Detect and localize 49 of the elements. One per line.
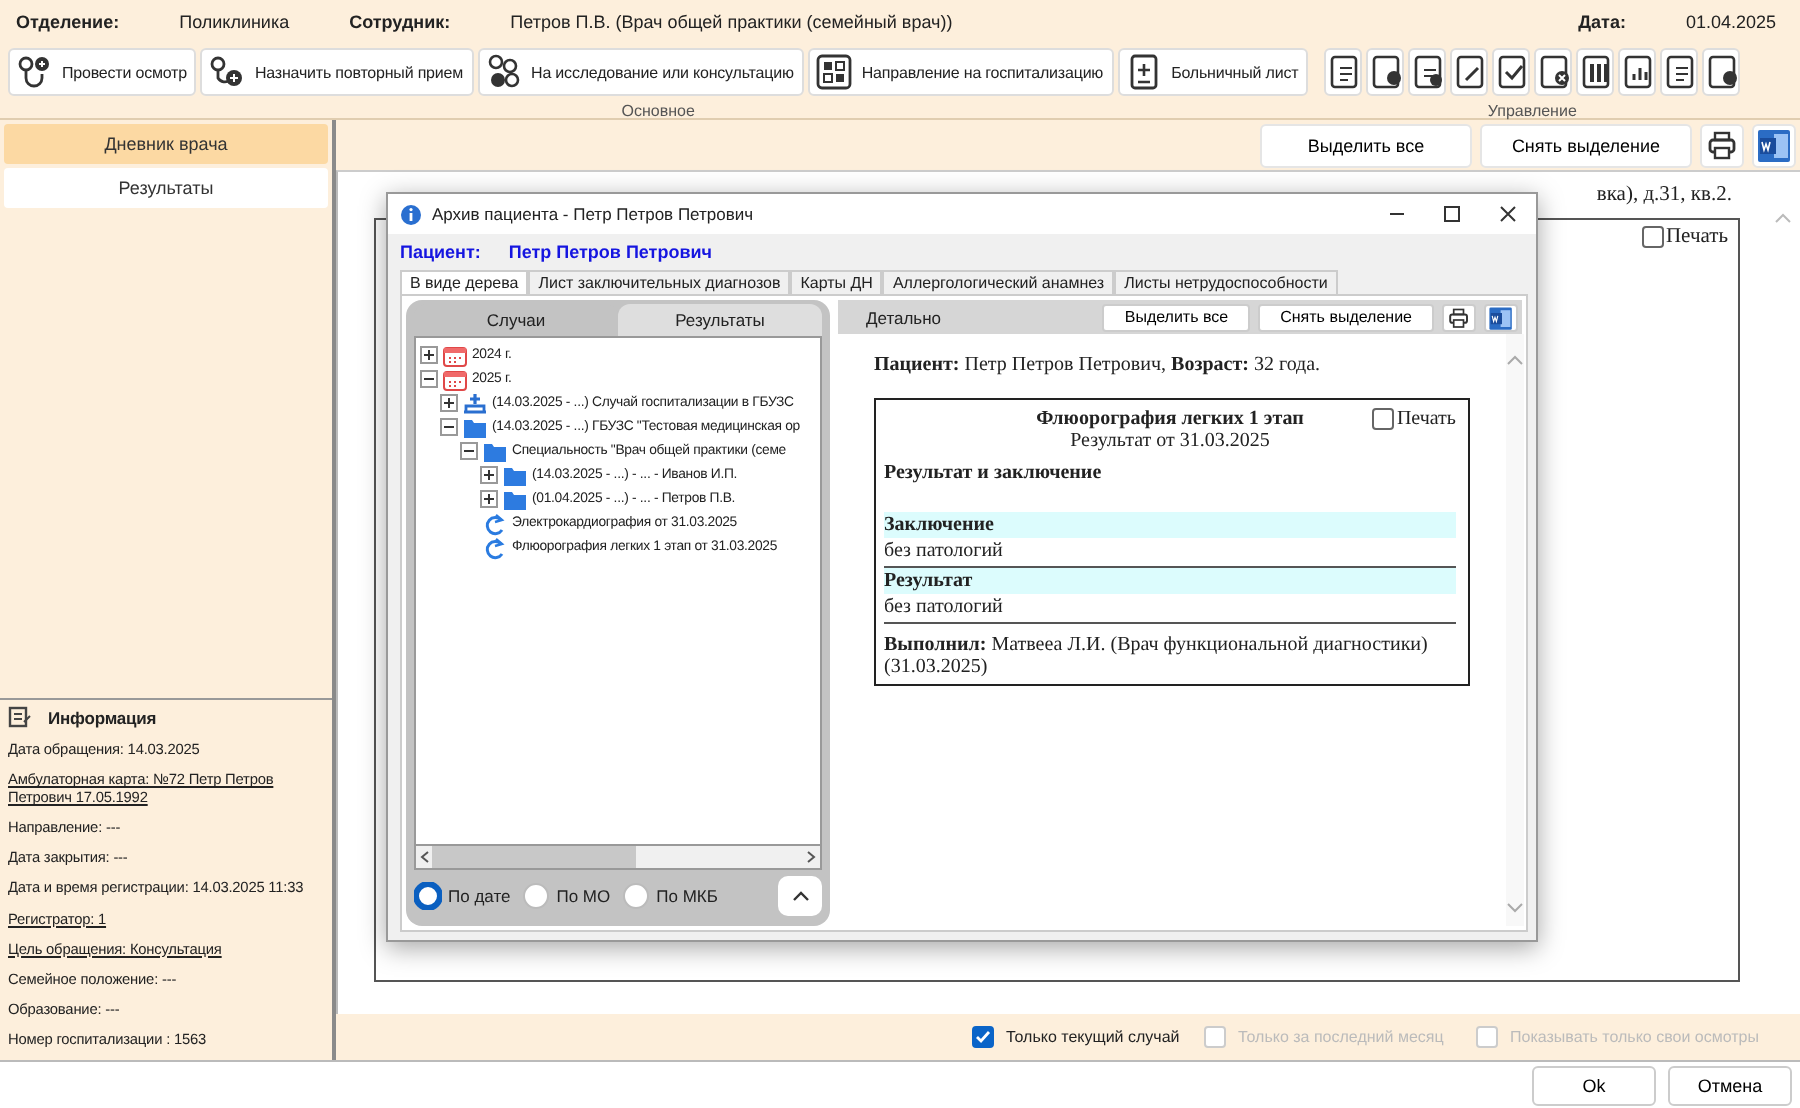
radio-label: По дате xyxy=(448,886,511,906)
field-label: Сотрудник: xyxy=(349,12,451,32)
report-subtitle: Результат от 31.03.2025 xyxy=(1068,430,1272,452)
field-value: без патологий xyxy=(884,594,1456,624)
toolbar-button[interactable]: Выделить все xyxy=(1102,303,1251,331)
checkbox-label: Только текущий случай xyxy=(1006,1028,1180,1046)
tab[interactable]: В виде дерева xyxy=(400,270,529,294)
employee-value: Петров П.В. (Врач общей практики (семейный врач)) xyxy=(510,12,953,32)
toolbar-button[interactable]: Выделить все xyxy=(1260,123,1472,167)
tab[interactable]: Листы нетрудоспособности xyxy=(1114,270,1338,294)
toolbar-button[interactable]: Больничный лист xyxy=(1117,48,1309,96)
group-label: Основное xyxy=(621,102,695,120)
toolbar-button[interactable]: Провести осмотр xyxy=(8,48,197,96)
info-title: Информация xyxy=(48,707,157,727)
cancel-button[interactable]: Отмена xyxy=(1668,1065,1792,1105)
field-label: Заключение xyxy=(884,512,1456,538)
tab[interactable]: Лист заключительных диагнозов xyxy=(528,270,791,294)
checkbox-label: Печать xyxy=(1665,226,1728,248)
patient-info: Пациент: Петр Петров Петрович, Возраст: 32 года. xyxy=(874,354,1323,376)
dialog-title: Архив пациента - Петр Петров Петрович xyxy=(432,204,754,224)
ok-button[interactable]: Ok xyxy=(1532,1065,1656,1105)
field-label: Дата: xyxy=(1578,12,1626,32)
field-label: Результат xyxy=(884,568,1456,594)
field-label: Отделение: xyxy=(16,12,120,32)
checkbox-label: Только за последний месяц xyxy=(1238,1028,1444,1046)
panel-title: Детально xyxy=(866,307,942,327)
section-title: Результат и заключение xyxy=(884,462,1104,484)
sidebar-tab[interactable]: Дневник врача xyxy=(4,124,328,164)
toolbar-button[interactable]: Назначить повторный прием xyxy=(200,48,474,96)
toolbar-button[interactable]: Снять выделение xyxy=(1480,123,1692,167)
date-value: 01.04.2025 xyxy=(1685,12,1776,32)
tab[interactable]: Аллергологический анамнез xyxy=(882,270,1115,294)
radio-label: По МКБ xyxy=(656,886,718,906)
checkbox-label: Показывать только свои осмотры xyxy=(1510,1028,1759,1046)
sidebar-tab[interactable]: Результаты xyxy=(4,168,328,208)
performer-text: Выполнил: Матвееа Л.И. (Врач функциональной диагностики) (31.03.2025) xyxy=(884,634,1430,678)
tab[interactable]: Результаты xyxy=(618,304,822,336)
group-label: Управление xyxy=(1487,102,1577,120)
department-value: Поликлиника xyxy=(179,12,290,32)
toolbar-button[interactable]: Направление на госпитализацию xyxy=(807,48,1114,96)
toolbar-button[interactable]: Снять выделение xyxy=(1258,303,1434,331)
address-text: вка), д.31, кв.2. xyxy=(1596,184,1732,208)
checkbox-label: Печать xyxy=(1396,408,1456,430)
tab[interactable]: Карты ДН xyxy=(790,270,883,294)
report-title: Флюорография легких 1 этап xyxy=(1036,408,1304,430)
field-label: Пациент: xyxy=(400,242,481,262)
radio-label: По МО xyxy=(556,886,611,906)
patient-name: Петр Петров Петрович xyxy=(508,242,712,262)
toolbar-button[interactable]: На исследование или консультацию xyxy=(477,48,804,96)
